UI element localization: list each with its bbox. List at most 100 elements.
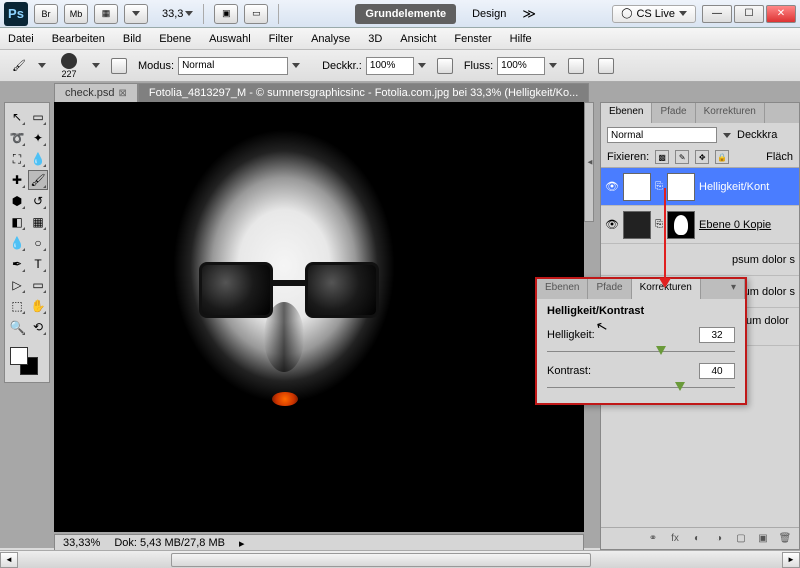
menu-bild[interactable]: Bild [123, 33, 141, 45]
new-layer-icon[interactable]: ▣ [755, 531, 771, 547]
layer-name[interactable]: Ebene 0 Kopie [699, 219, 771, 231]
workspace-design[interactable]: Design [462, 4, 516, 24]
contrast-slider[interactable] [547, 381, 735, 395]
lock-position-icon[interactable]: ✥ [695, 150, 709, 164]
link-icon[interactable]: ⎘ [655, 181, 663, 192]
menu-fenster[interactable]: Fenster [454, 33, 491, 45]
flow-dropdown[interactable] [549, 63, 557, 68]
blur-tool[interactable]: 💧 [7, 233, 27, 253]
zoom-tool[interactable]: 🔍 [7, 317, 27, 337]
color-swatches[interactable] [7, 344, 48, 378]
view-extras-button[interactable]: ▦ [94, 4, 118, 24]
workspace-more[interactable]: ≫ [522, 6, 536, 22]
adjustment-layer-icon[interactable]: ◑ [711, 531, 727, 547]
arrange-docs-button[interactable]: ▣ [214, 4, 238, 24]
layer-name[interactable]: Helligkeit/Kont [699, 181, 769, 193]
menu-ebene[interactable]: Ebene [159, 33, 191, 45]
visibility-icon[interactable]: 👁 [605, 218, 619, 232]
brush-picker-dropdown[interactable] [92, 63, 100, 68]
mask-thumb[interactable] [667, 211, 695, 239]
menu-analyse[interactable]: Analyse [311, 33, 350, 45]
menu-filter[interactable]: Filter [269, 33, 293, 45]
move-tool[interactable]: ↖ [7, 107, 27, 127]
visibility-icon[interactable]: 👁 [605, 180, 619, 194]
history-brush-tool[interactable]: ↺ [28, 191, 48, 211]
adj-tab-pfade[interactable]: Pfade [588, 279, 631, 299]
minibridge-button[interactable]: Mb [64, 4, 88, 24]
fx-icon[interactable]: fx [667, 531, 683, 547]
workspace-grundelemente[interactable]: Grundelemente [355, 4, 456, 24]
pen-tool[interactable]: ✒ [7, 254, 27, 274]
pressure-opacity-icon[interactable] [434, 55, 456, 77]
adjustment-thumb[interactable]: ☀ [623, 173, 651, 201]
mode-dropdown[interactable] [292, 63, 300, 68]
hand-tool[interactable]: ✋ [28, 296, 48, 316]
scroll-right-button[interactable]: ► [782, 552, 800, 568]
mask-thumb[interactable] [667, 173, 695, 201]
lock-all-icon[interactable]: 🔒 [715, 150, 729, 164]
brush-tool[interactable]: 🖌 [28, 170, 48, 190]
maximize-button[interactable]: ☐ [734, 5, 764, 23]
rotate-view-tool[interactable]: ⟲ [28, 317, 48, 337]
close-button[interactable]: ✕ [766, 5, 796, 23]
visibility-icon[interactable] [605, 253, 619, 267]
shape-tool[interactable]: ▭ [28, 275, 48, 295]
status-zoom[interactable]: 33,33% [63, 537, 100, 549]
dodge-tool[interactable]: ○ [28, 233, 48, 253]
link-layers-icon[interactable]: ⚭ [645, 531, 661, 547]
tab-close-icon[interactable]: ⊠ [119, 88, 127, 99]
horizontal-scrollbar[interactable]: ◄ ► [0, 550, 800, 568]
gradient-tool[interactable]: ▦ [28, 212, 48, 232]
3d-tool[interactable]: ⬚ [7, 296, 27, 316]
pressure-size-icon[interactable] [595, 55, 617, 77]
screen-mode-button[interactable] [124, 4, 148, 24]
eyedropper-tool[interactable]: 💧 [28, 149, 48, 169]
brush-panel-toggle[interactable] [108, 55, 130, 77]
crop-tool[interactable]: ⛶ [7, 149, 27, 169]
layer-row[interactable]: psum dolor s [601, 244, 799, 276]
brightness-slider[interactable] [547, 345, 735, 359]
panel-collapse-strip[interactable] [584, 102, 594, 222]
menu-hilfe[interactable]: Hilfe [510, 33, 532, 45]
brush-preview[interactable]: 227 [54, 53, 84, 79]
group-icon[interactable]: ▢ [733, 531, 749, 547]
adjustments-panel[interactable]: Ebenen Pfade Korrekturen ▾ Helligkeit/Ko… [535, 277, 747, 405]
panel-tab-korrekturen[interactable]: Korrekturen [696, 103, 765, 123]
stamp-tool[interactable]: ⬢ [7, 191, 27, 211]
adj-tab-ebenen[interactable]: Ebenen [537, 279, 588, 299]
type-tool[interactable]: T [28, 254, 48, 274]
contrast-input[interactable] [699, 363, 735, 379]
blend-mode-select[interactable] [178, 57, 288, 75]
tool-preset-icon[interactable]: 🖌 [8, 55, 30, 77]
tool-preset-dropdown[interactable] [38, 63, 46, 68]
wand-tool[interactable]: ✦ [28, 128, 48, 148]
marquee-tool[interactable]: ▭ [28, 107, 48, 127]
layer-thumb[interactable] [623, 211, 651, 239]
flow-input[interactable] [497, 57, 545, 75]
airbrush-icon[interactable] [565, 55, 587, 77]
tab-fotolia[interactable]: Fotolia_4813297_M - © sumnersgraphicsinc… [138, 83, 589, 102]
layer-row[interactable]: 👁 ⎘ Ebene 0 Kopie [601, 206, 799, 244]
status-doc-size[interactable]: Dok: 5,43 MB/27,8 MB [114, 537, 225, 549]
path-select-tool[interactable]: ▷ [7, 275, 27, 295]
layer-row[interactable]: 👁 ☀ ⎘ Helligkeit/Kont [601, 168, 799, 206]
menu-ansicht[interactable]: Ansicht [400, 33, 436, 45]
opacity-dropdown[interactable] [418, 63, 426, 68]
menu-datei[interactable]: Datei [8, 33, 34, 45]
healing-tool[interactable]: ✚ [7, 170, 27, 190]
foreground-swatch[interactable] [10, 347, 28, 365]
link-icon[interactable]: ⎘ [655, 219, 663, 230]
opacity-input[interactable] [366, 57, 414, 75]
scroll-thumb[interactable] [171, 553, 591, 567]
panel-menu-icon[interactable]: ▾ [701, 279, 745, 299]
menu-bearbeiten[interactable]: Bearbeiten [52, 33, 105, 45]
minimize-button[interactable]: — [702, 5, 732, 23]
cs-live-button[interactable]: ◯ CS Live [612, 5, 696, 23]
layer-blend-select[interactable] [607, 127, 717, 143]
tab-check[interactable]: check.psd⊠ [54, 83, 138, 102]
screenmode-button[interactable]: ▭ [244, 4, 268, 24]
lasso-tool[interactable]: ➰ [7, 128, 27, 148]
zoom-display[interactable]: 33,3 [162, 8, 193, 20]
lock-transparent-icon[interactable]: ▩ [655, 150, 669, 164]
layer-name[interactable]: psum dolor s [732, 254, 795, 266]
